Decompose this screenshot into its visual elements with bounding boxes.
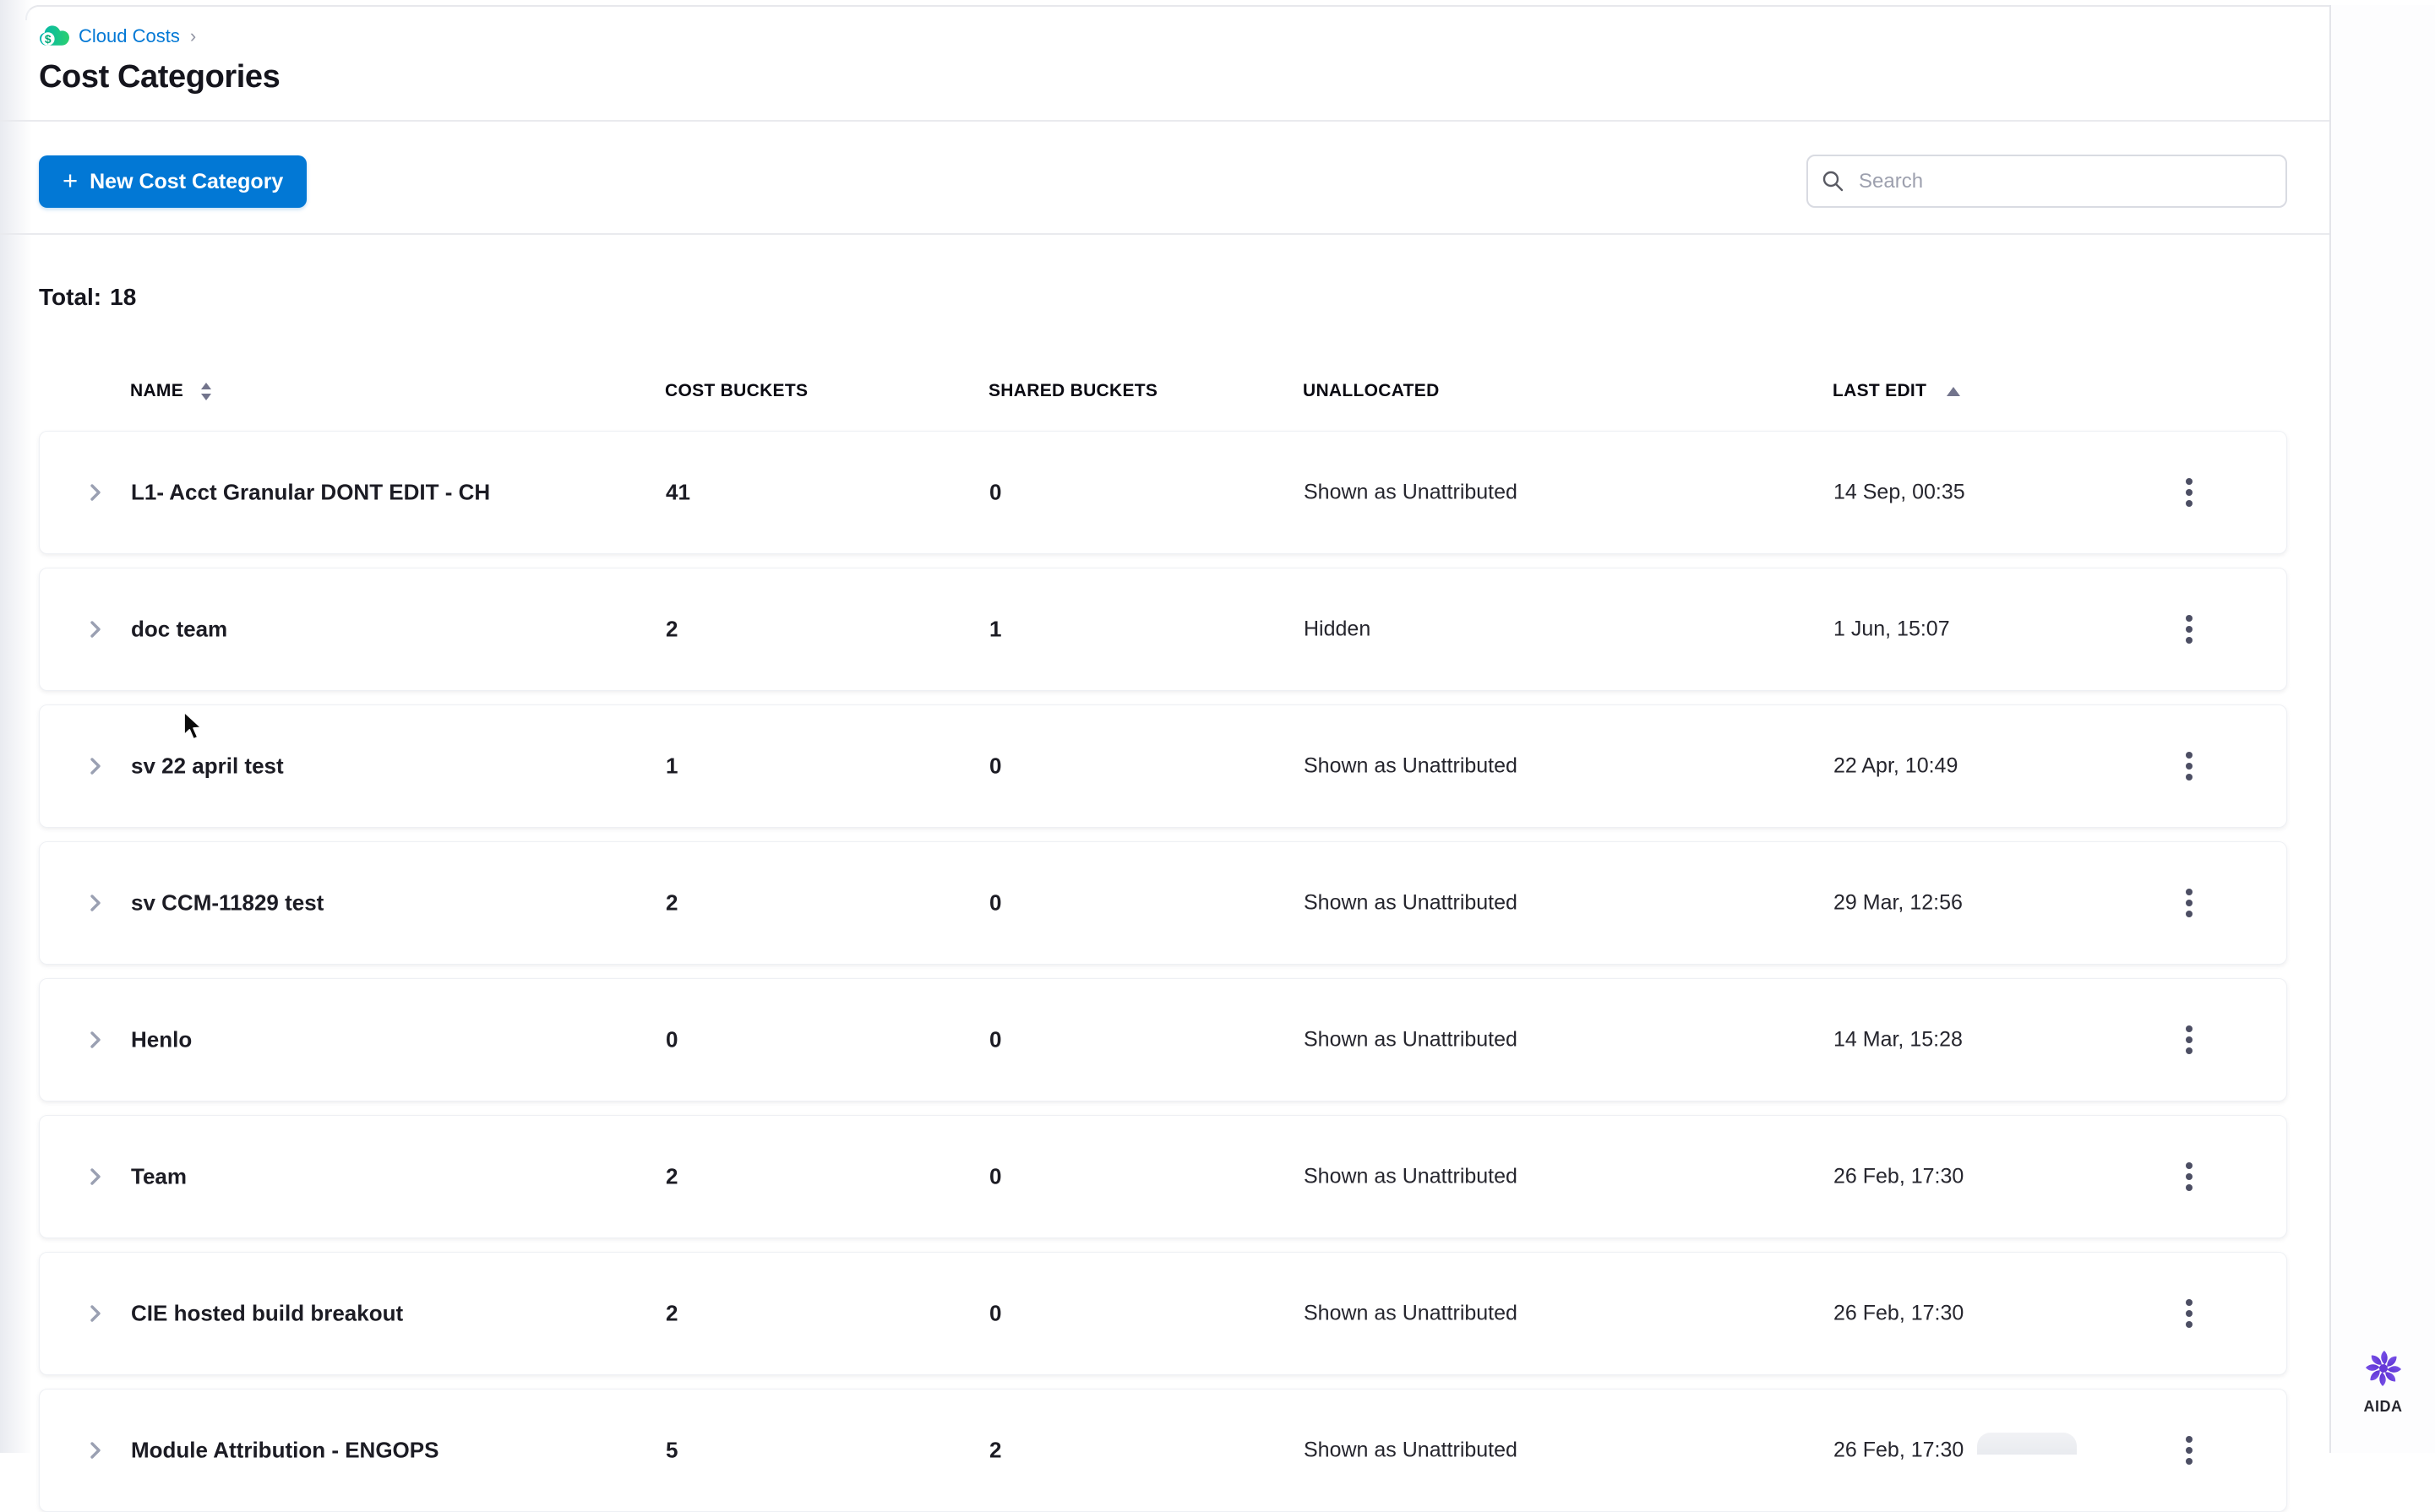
cost-buckets-value: 1: [666, 753, 678, 779]
row-menu-kebab-icon[interactable]: [2169, 602, 2209, 656]
right-gutter: [2331, 5, 2435, 1453]
unallocated-value: Shown as Unattributed: [1304, 890, 1517, 915]
cloud-costs-icon: $: [39, 24, 70, 48]
cost-buckets-value: 41: [666, 479, 690, 505]
toolbar-divider: [0, 233, 2329, 235]
cost-category-name: Henlo: [131, 1026, 193, 1052]
table-row[interactable]: CIE hosted build breakout 2 0 Shown as U…: [39, 1252, 2287, 1375]
unallocated-value: Shown as Unattributed: [1304, 1438, 1517, 1462]
shared-buckets-value: 0: [989, 479, 1002, 505]
cost-buckets-value: 2: [666, 1300, 678, 1326]
new-cost-category-button[interactable]: + New Cost Category: [39, 155, 308, 208]
collapsed-nav-edge: [0, 0, 32, 1453]
last-edit-value: 26 Feb, 17:30: [1833, 1438, 1964, 1462]
shared-buckets-value: 0: [989, 1300, 1002, 1326]
table-row[interactable]: Module Attribution - ENGOPS 5 2 Shown as…: [39, 1389, 2287, 1512]
row-menu-kebab-icon[interactable]: [2169, 739, 2209, 793]
last-edit-value: 14 Sep, 00:35: [1833, 480, 1965, 504]
search-input[interactable]: [1806, 155, 2287, 208]
expand-chevron-icon[interactable]: [80, 614, 111, 645]
row-menu-kebab-icon[interactable]: [2169, 876, 2209, 930]
column-header-name[interactable]: NAME: [130, 381, 212, 401]
column-header-shared-buckets[interactable]: SHARED BUCKETS: [989, 381, 1158, 401]
unallocated-value: Shown as Unattributed: [1304, 480, 1517, 504]
expand-chevron-icon[interactable]: [80, 1025, 111, 1055]
row-menu-kebab-icon[interactable]: [2169, 465, 2209, 519]
last-edit-value: 26 Feb, 17:30: [1833, 1301, 1964, 1325]
row-menu-kebab-icon[interactable]: [2169, 1423, 2209, 1477]
shared-buckets-value: 2: [989, 1437, 1002, 1463]
cost-buckets-value: 2: [666, 1163, 678, 1189]
shared-buckets-value: 1: [989, 616, 1002, 642]
unallocated-value: Hidden: [1304, 617, 1371, 641]
table-row[interactable]: Team 2 0 Shown as Unattributed 26 Feb, 1…: [39, 1115, 2287, 1238]
cost-category-name: Module Attribution - ENGOPS: [131, 1437, 439, 1463]
cost-category-list: L1- Acct Granular DONT EDIT - CH 41 0 Sh…: [39, 431, 2287, 1512]
unallocated-value: Shown as Unattributed: [1304, 1164, 1517, 1188]
cost-category-name: Team: [131, 1163, 187, 1189]
column-header-unallocated[interactable]: UNALLOCATED: [1303, 381, 1440, 401]
expand-chevron-icon[interactable]: [80, 1161, 111, 1192]
cost-buckets-value: 5: [666, 1437, 678, 1463]
cost-buckets-value: 2: [666, 889, 678, 916]
sort-both-icon[interactable]: [200, 382, 212, 400]
table-row[interactable]: doc team 2 1 Hidden 1 Jun, 15:07: [39, 568, 2287, 691]
aida-icon[interactable]: [2363, 1348, 2404, 1393]
shared-buckets-value: 0: [989, 1026, 1002, 1052]
table-row[interactable]: sv CCM-11829 test 2 0 Shown as Unattribu…: [39, 841, 2287, 965]
shared-buckets-value: 0: [989, 753, 1002, 779]
cost-category-name: doc team: [131, 616, 228, 642]
shared-buckets-value: 0: [989, 889, 1002, 916]
table-row[interactable]: L1- Acct Granular DONT EDIT - CH 41 0 Sh…: [39, 431, 2287, 554]
breadcrumb: $ Cloud Costs ›: [39, 24, 196, 48]
breadcrumb-separator: ›: [189, 24, 197, 46]
row-menu-kebab-icon[interactable]: [2169, 1286, 2209, 1341]
last-edit-value: 1 Jun, 15:07: [1833, 617, 1950, 641]
cost-category-name: CIE hosted build breakout: [131, 1300, 404, 1326]
cost-category-name: L1- Acct Granular DONT EDIT - CH: [131, 479, 491, 505]
plus-icon: +: [63, 166, 79, 195]
last-edit-value: 22 Apr, 10:49: [1833, 753, 1958, 778]
column-header-cost-buckets[interactable]: COST BUCKETS: [665, 381, 808, 401]
expand-chevron-icon[interactable]: [80, 888, 111, 918]
unallocated-value: Shown as Unattributed: [1304, 753, 1517, 778]
page-title: Cost Categories: [39, 59, 281, 95]
cost-buckets-value: 0: [666, 1026, 678, 1052]
unallocated-value: Shown as Unattributed: [1304, 1301, 1517, 1325]
shared-buckets-value: 0: [989, 1163, 1002, 1189]
svg-text:$: $: [45, 32, 52, 46]
new-cost-category-label: New Cost Category: [90, 169, 284, 193]
expand-chevron-icon[interactable]: [80, 751, 111, 781]
row-menu-kebab-icon[interactable]: [2169, 1013, 2209, 1067]
last-edit-value: 29 Mar, 12:56: [1833, 890, 1963, 915]
cost-category-name: sv 22 april test: [131, 753, 284, 779]
content-right-border: [2329, 5, 2331, 1453]
expand-chevron-icon[interactable]: [80, 477, 111, 508]
table-row[interactable]: sv 22 april test 1 0 Shown as Unattribut…: [39, 704, 2287, 828]
table-row[interactable]: Henlo 0 0 Shown as Unattributed 14 Mar, …: [39, 978, 2287, 1101]
sort-asc-icon[interactable]: [1947, 386, 1961, 396]
table-header: NAME COST BUCKETS SHARED BUCKETS UNALLOC…: [39, 368, 2287, 414]
expand-chevron-icon[interactable]: [80, 1435, 111, 1466]
total-count: Total: 18: [39, 284, 137, 310]
row-menu-kebab-icon[interactable]: [2169, 1150, 2209, 1204]
header-divider: [0, 120, 2329, 122]
cost-category-name: sv CCM-11829 test: [131, 889, 324, 916]
expand-chevron-icon[interactable]: [80, 1298, 111, 1329]
last-edit-value: 26 Feb, 17:30: [1833, 1164, 1964, 1188]
unallocated-value: Shown as Unattributed: [1304, 1027, 1517, 1052]
column-header-last-edit[interactable]: LAST EDIT: [1833, 381, 1961, 401]
breadcrumb-cloud-costs-link[interactable]: Cloud Costs: [79, 25, 180, 47]
panel-top-border: [37, 5, 2329, 7]
last-edit-value: 14 Mar, 15:28: [1833, 1027, 1963, 1052]
cost-buckets-value: 2: [666, 616, 678, 642]
bottom-overlay-peek: [1977, 1433, 2077, 1455]
aida-assistant-widget[interactable]: AIDA: [2331, 1348, 2435, 1416]
aida-label: AIDA: [2363, 1398, 2403, 1415]
